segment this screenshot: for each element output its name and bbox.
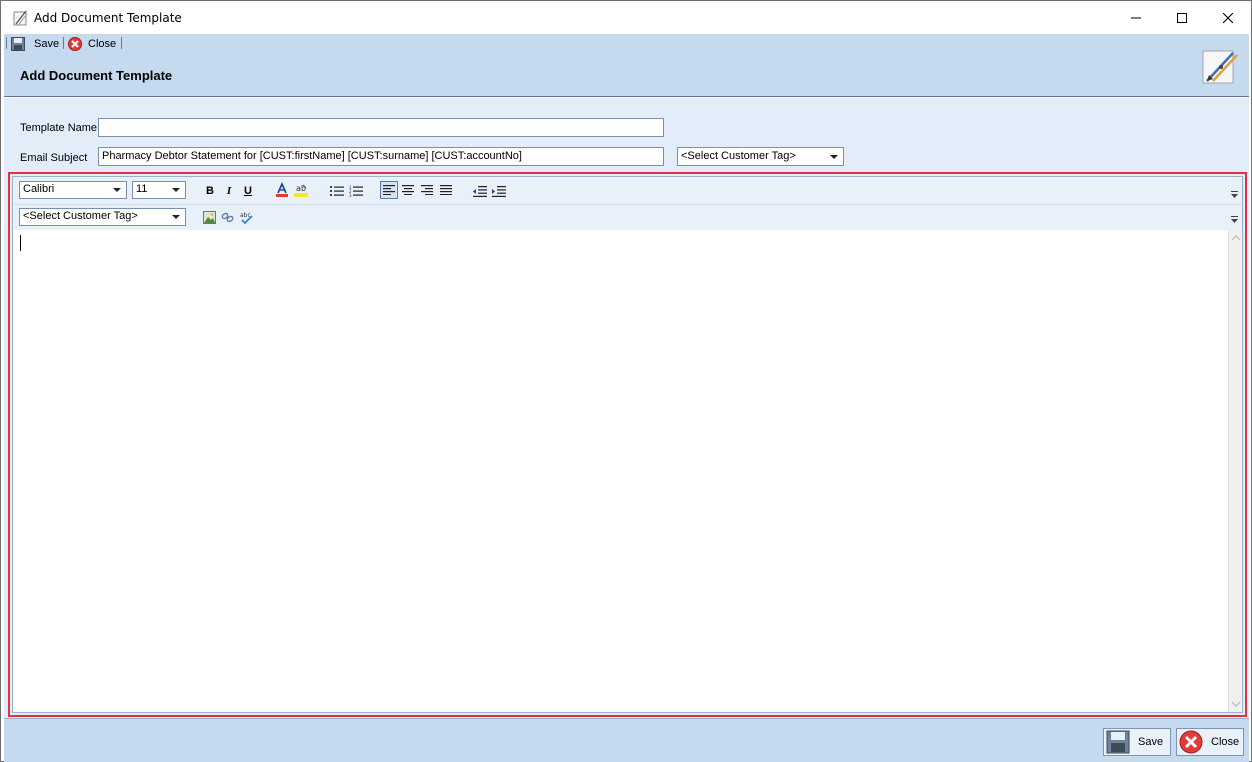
chevron-down-icon: [113, 188, 121, 192]
dialog-footer: Save Close: [4, 718, 1249, 762]
link-icon: [221, 212, 233, 222]
indent-button[interactable]: [490, 182, 508, 200]
footer-save-button[interactable]: Save: [1103, 728, 1171, 756]
image-icon: [202, 210, 216, 224]
minimize-button[interactable]: [1113, 1, 1159, 34]
numbered-list-button[interactable]: 1 2 3: [347, 182, 365, 200]
svg-text:3: 3: [349, 193, 352, 197]
minimize-icon: [1131, 17, 1141, 18]
chevron-down-icon: [172, 188, 180, 192]
toolbar-overflow-icon[interactable]: [1231, 191, 1238, 199]
floppy-disk-icon: [11, 36, 25, 51]
scroll-up-icon[interactable]: [1230, 233, 1242, 243]
maximize-button[interactable]: [1159, 1, 1205, 34]
align-left-icon: [383, 185, 395, 195]
toolbar-save-button[interactable]: Save: [11, 36, 59, 51]
dialog-header: Add Document Template: [4, 50, 1249, 97]
align-center-icon: [402, 185, 414, 195]
highlighter-icon: ab: [294, 184, 308, 197]
editor-content-area[interactable]: [13, 230, 1228, 712]
toolbar-separator: [63, 37, 64, 49]
font-size-select[interactable]: 11: [132, 181, 186, 199]
font-size-value: 11: [136, 183, 148, 195]
font-color-icon: [276, 182, 288, 197]
template-app-icon: [13, 10, 29, 26]
toolbar-close-button[interactable]: Close: [68, 36, 116, 51]
window-close-button[interactable]: [1205, 1, 1251, 34]
editor-toolbar-insert: <Select Customer Tag> abc: [13, 205, 1242, 230]
svg-text:ab: ab: [296, 184, 306, 193]
bold-label: B: [206, 185, 214, 197]
scroll-down-icon[interactable]: [1230, 699, 1242, 709]
rich-text-editor: Calibri 11 B I U ab 1 2 3 <Select Custom…: [12, 176, 1243, 713]
window-title: Add Document Template: [34, 11, 182, 25]
align-justify-icon: [440, 185, 452, 195]
editor-toolbar-formatting: Calibri 11 B I U ab 1 2 3: [13, 177, 1242, 205]
chevron-down-icon: [830, 155, 838, 159]
editor-customer-tag-select[interactable]: <Select Customer Tag>: [19, 208, 186, 226]
toolbar-overflow-icon[interactable]: [1231, 216, 1238, 224]
text-caret: [20, 235, 21, 251]
bullet-list-icon: [330, 186, 344, 196]
top-toolbar: Save Close: [4, 34, 1249, 53]
spell-check-icon: abc: [240, 212, 253, 224]
font-family-select[interactable]: Calibri: [19, 181, 127, 199]
subject-customer-tag-value: <Select Customer Tag>: [681, 150, 796, 162]
dialog-window: Add Document Template Save Close Add Doc…: [0, 0, 1252, 762]
highlight-color-button[interactable]: ab: [292, 181, 310, 199]
template-name-input[interactable]: [98, 118, 664, 137]
align-center-button[interactable]: [399, 181, 417, 199]
underline-label: U: [244, 185, 252, 197]
document-template-logo-icon: [1199, 45, 1241, 87]
align-right-icon: [421, 185, 433, 195]
title-bar: Add Document Template: [1, 1, 1251, 34]
font-color-button[interactable]: [273, 181, 291, 199]
page-title: Add Document Template: [20, 68, 173, 83]
insert-image-button[interactable]: [200, 208, 218, 226]
editor-customer-tag-value: <Select Customer Tag>: [23, 210, 138, 222]
toolbar-separator: [121, 37, 122, 49]
close-icon: [1223, 12, 1233, 23]
spell-check-button[interactable]: abc: [237, 208, 255, 226]
toolbar-close-label: Close: [88, 37, 117, 50]
italic-label: I: [226, 185, 232, 197]
align-right-button[interactable]: [418, 181, 436, 199]
subject-customer-tag-select[interactable]: <Select Customer Tag>: [677, 147, 844, 166]
cancel-icon: [68, 36, 82, 51]
italic-button[interactable]: I: [220, 182, 238, 200]
font-family-value: Calibri: [23, 183, 55, 195]
bold-button[interactable]: B: [201, 182, 219, 200]
numbered-list-icon: 1 2 3: [349, 185, 363, 197]
rich-text-editor-highlight: Calibri 11 B I U ab 1 2 3 <Select Custom…: [8, 172, 1247, 717]
align-left-button[interactable]: [380, 181, 398, 199]
insert-link-button[interactable]: [218, 208, 236, 226]
indent-icon: [492, 185, 506, 197]
template-name-label: Template Name: [20, 122, 98, 134]
align-justify-button[interactable]: [437, 181, 455, 199]
footer-save-label: Save: [1138, 736, 1164, 748]
editor-vertical-scrollbar[interactable]: [1228, 230, 1242, 712]
email-subject-label: Email Subject: [20, 152, 88, 164]
chevron-down-icon: [172, 215, 180, 219]
footer-close-label: Close: [1211, 736, 1240, 748]
toolbar-save-label: Save: [34, 37, 60, 50]
floppy-disk-icon: [1106, 730, 1130, 754]
bullet-list-button[interactable]: [328, 182, 346, 200]
toolbar-separator: [6, 37, 7, 49]
email-subject-input[interactable]: Pharmacy Debtor Statement for [CUST:firs…: [98, 147, 664, 166]
cancel-icon: [1179, 730, 1203, 754]
maximize-icon: [1177, 12, 1187, 23]
outdent-icon: [473, 185, 487, 197]
underline-button[interactable]: U: [239, 182, 257, 200]
outdent-button[interactable]: [471, 182, 489, 200]
footer-close-button[interactable]: Close: [1176, 728, 1244, 756]
